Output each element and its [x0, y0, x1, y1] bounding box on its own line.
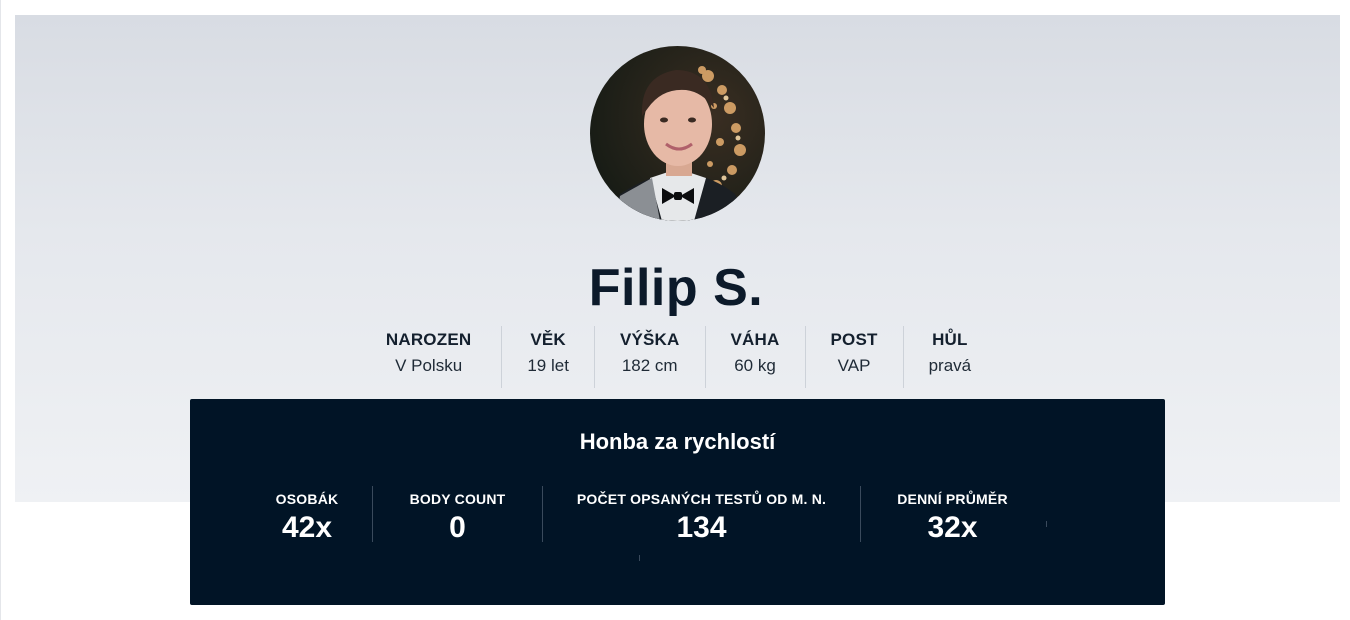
- stat-label: BODY COUNT: [409, 491, 506, 507]
- divider-mark: [639, 555, 640, 561]
- stat-body-count: BODY COUNT 0: [372, 486, 542, 544]
- stat-value: 32x: [927, 511, 978, 544]
- fact-value: 19 let: [527, 356, 569, 375]
- fact-value: V Polsku: [395, 356, 463, 375]
- fact-label: VÝŠKA: [619, 330, 680, 349]
- fact-age: VĚK 19 let: [501, 326, 594, 388]
- player-name: Filip S.: [588, 259, 764, 317]
- fact-label: HŮL: [932, 330, 968, 349]
- stat-copied-tests: POČET OPSANÝCH TESTŮ OD M. N. 134: [542, 486, 860, 544]
- stat-value: 42x: [281, 511, 333, 544]
- divider-mark: [1046, 521, 1047, 527]
- stat-daily-average: DENNÍ PRŮMĚR 32x: [860, 486, 1044, 544]
- fact-weight: VÁHA 60 kg: [704, 326, 805, 388]
- fact-value: VAP: [837, 356, 871, 375]
- fact-label: POST: [830, 330, 878, 349]
- stat-label: POČET OPSANÝCH TESTŮ OD M. N.: [576, 491, 827, 507]
- fact-value: 60 kg: [734, 356, 776, 375]
- fact-height: VÝŠKA 182 cm: [593, 326, 705, 388]
- fact-stick: HŮL pravá: [902, 326, 997, 388]
- fact-value: pravá: [928, 356, 972, 375]
- fact-position: POST VAP: [804, 326, 903, 388]
- stat-value: 134: [676, 511, 727, 544]
- stat-value: 0: [449, 511, 466, 544]
- profile-photo-icon: [590, 46, 765, 221]
- fact-label: VĚK: [530, 330, 566, 349]
- stats-panel: Honba za rychlostí OSOBÁK 42x BODY COUNT…: [190, 399, 1165, 605]
- fact-label: NAROZEN: [385, 330, 472, 349]
- stat-label: OSOBÁK: [275, 491, 339, 507]
- stats-row: OSOBÁK 42x BODY COUNT 0 POČET OPSANÝCH T…: [242, 486, 1044, 544]
- fact-label: VÁHA: [730, 330, 780, 349]
- stat-label: DENNÍ PRŮMĚR: [897, 491, 1008, 507]
- fact-value: 182 cm: [621, 356, 678, 375]
- stat-personal-best: OSOBÁK 42x: [242, 486, 372, 544]
- player-facts: NAROZEN V Polsku VĚK 19 let VÝŠKA 182 cm…: [1, 326, 1350, 388]
- avatar: [590, 46, 765, 221]
- stats-panel-title: Honba za rychlostí: [579, 429, 776, 454]
- fact-born: NAROZEN V Polsku: [356, 326, 501, 388]
- player-profile-page: Filip S. NAROZEN V Polsku VĚK 19 let VÝŠ…: [0, 0, 1350, 620]
